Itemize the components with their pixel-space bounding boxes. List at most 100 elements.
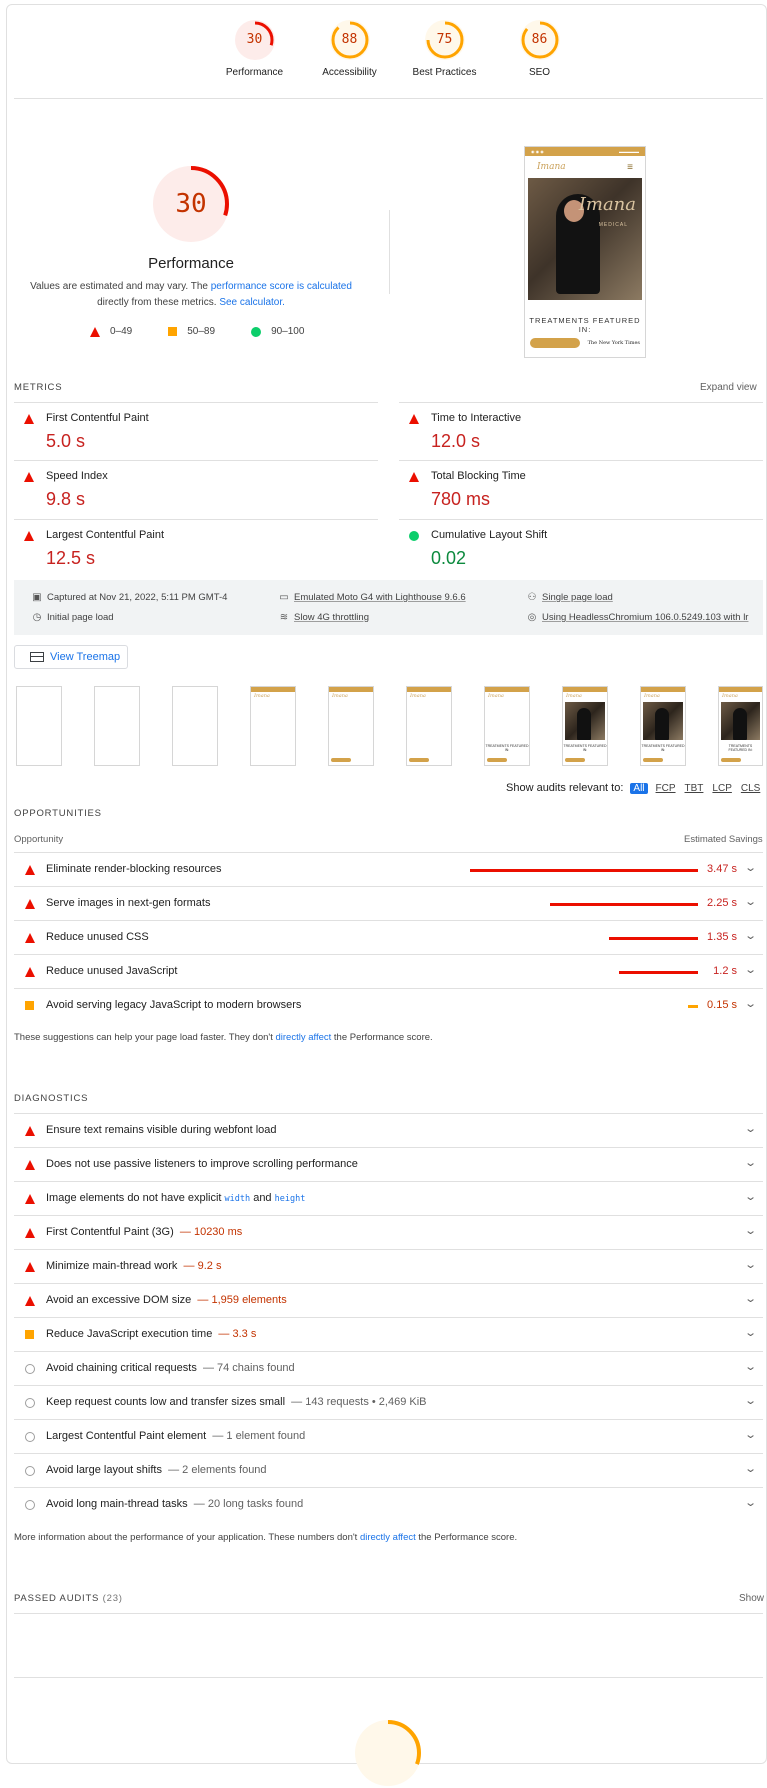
average-icon: [168, 327, 178, 336]
diagnostic-row[interactable]: Ensure text remains visible during webfo…: [14, 1113, 763, 1147]
fail-icon: [25, 1228, 35, 1238]
diagnostic-row[interactable]: Keep request counts low and transfer siz…: [14, 1385, 763, 1419]
filter-chip-fcp[interactable]: FCP: [655, 783, 677, 794]
chevron-down-icon[interactable]: ⌄: [744, 1394, 757, 1407]
performance-score: 30: [175, 189, 207, 219]
calendar-icon: ▣: [32, 592, 42, 603]
metrics-header: Metrics: [14, 382, 63, 393]
metric-lcp: Largest Contentful Paint 12.5 s: [14, 519, 378, 577]
category-gauges: 30 Performance 88 Accessibility 75 Best …: [207, 20, 587, 78]
diagnostic-title: First Contentful Paint (3G) — 10230 ms: [46, 1226, 243, 1238]
chevron-down-icon[interactable]: ⌄: [744, 1122, 757, 1135]
score-legend: 0–49 50–89 90–100: [90, 326, 340, 337]
diagnostic-title: Does not use passive listeners to improv…: [46, 1158, 358, 1170]
gauge-label: Performance: [225, 67, 284, 78]
savings-value: 3.47 s: [707, 863, 737, 875]
runtime-throttling[interactable]: ≋ Slow 4G throttling: [278, 612, 369, 623]
chevron-down-icon[interactable]: ⌄: [744, 861, 757, 874]
show-passed-audits-toggle[interactable]: Show: [739, 1593, 764, 1604]
chevron-down-icon[interactable]: ⌄: [744, 1462, 757, 1475]
chevron-down-icon[interactable]: ⌄: [744, 1360, 757, 1373]
chevron-down-icon[interactable]: ⌄: [744, 929, 757, 942]
opportunities-header: Opportunities: [14, 808, 102, 819]
info-icon: [25, 1364, 35, 1374]
passed-audits-header[interactable]: Passed audits (23): [14, 1593, 123, 1604]
savings-bar: [609, 937, 698, 940]
runtime-settings: ▣ Captured at Nov 21, 2022, 5:11 PM GMT-4…: [14, 580, 763, 635]
diagnostic-row[interactable]: Largest Contentful Paint element — 1 ele…: [14, 1419, 763, 1453]
filter-chip-tbt[interactable]: TBT: [684, 783, 705, 794]
savings-value: 1.35 s: [707, 931, 737, 943]
expand-view-toggle[interactable]: Expand view: [700, 382, 757, 393]
info-icon: [25, 1500, 35, 1510]
filter-chip-cls[interactable]: CLS: [740, 783, 761, 794]
diagnostic-row[interactable]: Minimize main-thread work — 9.2 s ⌄: [14, 1249, 763, 1283]
chevron-down-icon[interactable]: ⌄: [744, 1496, 757, 1509]
diagnostic-row[interactable]: Image elements do not have explicit widt…: [14, 1181, 763, 1215]
runtime-captured: ▣ Captured at Nov 21, 2022, 5:11 PM GMT-4: [32, 592, 228, 603]
directly-affect-link[interactable]: directly affect: [360, 1532, 416, 1543]
screenshot-logo: Imana: [537, 162, 566, 172]
chevron-down-icon[interactable]: ⌄: [744, 1156, 757, 1169]
diagnostic-row[interactable]: Does not use passive listeners to improv…: [14, 1147, 763, 1181]
chevron-down-icon[interactable]: ⌄: [744, 1292, 757, 1305]
divider: [14, 1677, 763, 1678]
see-calculator-link[interactable]: See calculator.: [219, 297, 285, 308]
opportunity-row[interactable]: Reduce unused CSS 1.35 s ⌄: [14, 920, 763, 954]
chevron-down-icon[interactable]: ⌄: [744, 1428, 757, 1441]
diagnostic-title: Avoid chaining critical requests — 74 ch…: [46, 1362, 295, 1374]
fail-icon: [409, 472, 419, 482]
opportunity-row[interactable]: Serve images in next-gen formats 2.25 s ⌄: [14, 886, 763, 920]
diagnostic-row[interactable]: Reduce JavaScript execution time — 3.3 s…: [14, 1317, 763, 1351]
chevron-down-icon[interactable]: ⌄: [744, 963, 757, 976]
opportunity-row[interactable]: Eliminate render-blocking resources 3.47 …: [14, 852, 763, 886]
runtime-device[interactable]: ▭ Emulated Moto G4 with Lighthouse 9.6.6: [278, 592, 465, 603]
diagnostic-row[interactable]: Avoid an excessive DOM size — 1,959 elem…: [14, 1283, 763, 1317]
fail-icon: [25, 899, 35, 909]
gauge-accessibility[interactable]: 88 Accessibility: [302, 20, 397, 78]
fail-icon: [24, 414, 34, 424]
performance-gauge-large: 30: [151, 164, 231, 244]
chevron-down-icon[interactable]: ⌄: [744, 1326, 757, 1339]
metric-cls: Cumulative Layout Shift 0.02: [399, 519, 763, 577]
view-treemap-button[interactable]: View Treemap: [14, 645, 128, 669]
chevron-down-icon[interactable]: ⌄: [744, 1190, 757, 1203]
screenshot-topbar: ◉ ◉ ◉ ▬▬▬▬▬: [525, 147, 645, 156]
devices-icon: ▭: [279, 592, 289, 603]
directly-affect-link[interactable]: directly affect: [275, 1032, 331, 1043]
diagnostic-row[interactable]: Avoid long main-thread tasks — 20 long t…: [14, 1487, 763, 1521]
diagnostic-row[interactable]: Avoid large layout shifts — 2 elements f…: [14, 1453, 763, 1487]
divider: [389, 210, 390, 294]
diagnostic-title: Avoid long main-thread tasks — 20 long t…: [46, 1498, 304, 1510]
metric-tti: Time to Interactive 12.0 s: [399, 402, 763, 460]
fail-icon: [409, 414, 419, 424]
pass-icon: [409, 531, 419, 541]
wifi-icon: ≋: [279, 612, 289, 623]
diagnostic-title: Ensure text remains visible during webfo…: [46, 1124, 277, 1136]
opportunity-row[interactable]: Avoid serving legacy JavaScript to moder…: [14, 988, 763, 1022]
final-screenshot: ◉ ◉ ◉ ▬▬▬▬▬ Imana ≡ Imana MEDICAL TREATMEN…: [524, 146, 646, 358]
runtime-browser[interactable]: ◎ Using HeadlessChromium 106.0.5249.103 w…: [526, 612, 749, 623]
score-calculation-link[interactable]: performance score is calculated: [211, 281, 352, 292]
runtime-session[interactable]: ⚇ Single page load: [526, 592, 613, 603]
diagnostic-row[interactable]: Avoid chaining critical requests — 74 ch…: [14, 1351, 763, 1385]
fail-icon: [90, 326, 100, 337]
gauge-performance[interactable]: 30 Performance: [207, 20, 302, 78]
average-icon: [25, 1330, 34, 1339]
filter-chip-lcp[interactable]: LCP: [711, 783, 732, 794]
gauge-seo[interactable]: 86 SEO: [492, 20, 587, 78]
treemap-icon: [30, 652, 44, 662]
chevron-down-icon[interactable]: ⌄: [744, 895, 757, 908]
runtime-initial-load: ◷ Initial page load: [32, 612, 114, 623]
gauge-best-practices[interactable]: 75 Best Practices: [397, 20, 492, 78]
chevron-down-icon[interactable]: ⌄: [744, 997, 757, 1010]
diagnostic-row[interactable]: First Contentful Paint (3G) — 10230 ms ⌄: [14, 1215, 763, 1249]
filmstrip-frame: Imana TREATMENTS FEATURED IN:: [718, 686, 763, 766]
chevron-down-icon[interactable]: ⌄: [744, 1224, 757, 1237]
filter-chip-all[interactable]: All: [630, 782, 648, 794]
chevron-down-icon[interactable]: ⌄: [744, 1258, 757, 1271]
opportunity-title: Eliminate render-blocking resources: [46, 863, 222, 875]
filmstrip-frame: Imana: [250, 686, 296, 766]
opportunity-title: Serve images in next-gen formats: [46, 897, 211, 909]
opportunity-row[interactable]: Reduce unused JavaScript 1.2 s ⌄: [14, 954, 763, 988]
